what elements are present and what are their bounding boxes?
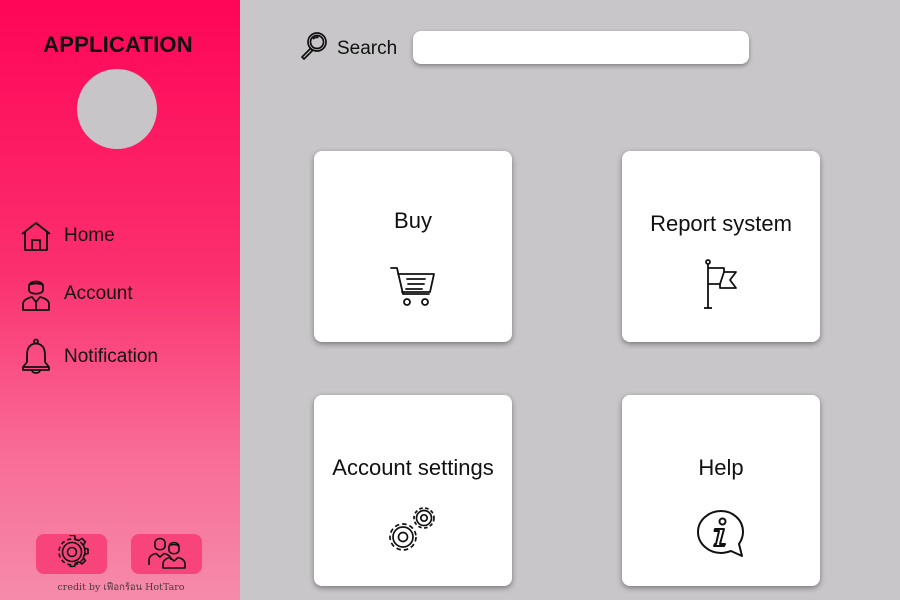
gears-icon: [385, 501, 441, 562]
sidebar-item-account[interactable]: Account: [18, 274, 228, 314]
users-button[interactable]: [131, 534, 202, 574]
users-icon: [147, 535, 187, 574]
search-icon[interactable]: [298, 30, 330, 67]
buy-card[interactable]: Buy: [314, 151, 512, 342]
user-icon: [18, 276, 54, 312]
flag-icon: [701, 258, 741, 315]
app-title: APPLICATION: [43, 32, 193, 57]
info-icon: [695, 509, 747, 564]
card-label: Account settings: [332, 455, 494, 480]
card-label: Buy: [394, 208, 432, 233]
cart-icon: [389, 264, 437, 315]
settings-button[interactable]: [36, 534, 107, 574]
avatar[interactable]: [77, 69, 157, 149]
search-area: Search: [298, 30, 397, 67]
sidebar-item-label: Notification: [64, 346, 158, 367]
bell-icon: [18, 338, 54, 375]
sidebar-item-notification[interactable]: Notification: [18, 337, 228, 377]
search-input[interactable]: [413, 31, 749, 64]
sidebar-item-label: Home: [64, 225, 115, 246]
credit-text: credit by เฟือกร้อน HotTaro: [57, 582, 185, 593]
gear-icon: [55, 534, 89, 574]
account-settings-card[interactable]: Account settings: [314, 395, 512, 586]
sidebar: APPLICATION Home Account Notification cr…: [0, 0, 240, 600]
card-label: Help: [698, 455, 744, 480]
sidebar-item-home[interactable]: Home: [18, 216, 228, 256]
card-label: Report system: [650, 211, 792, 236]
home-icon: [18, 218, 54, 254]
report-system-card[interactable]: Report system: [622, 151, 820, 342]
help-card[interactable]: Help: [622, 395, 820, 586]
sidebar-item-label: Account: [64, 283, 133, 304]
search-label: Search: [337, 37, 398, 59]
